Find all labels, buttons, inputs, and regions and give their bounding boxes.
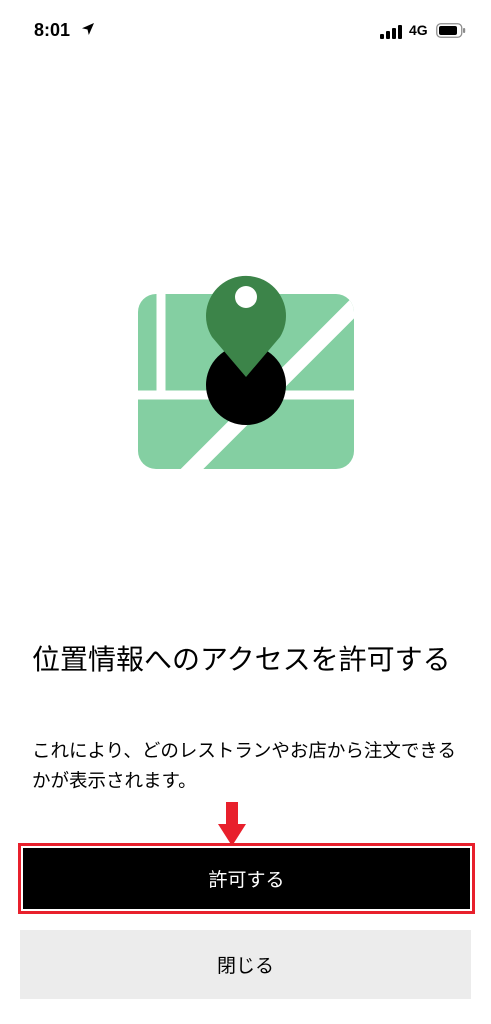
- signal-icon: [380, 25, 402, 39]
- network-type: 4G: [409, 22, 428, 38]
- close-button[interactable]: 閉じる: [20, 930, 471, 999]
- status-bar: 8:01 4G: [0, 0, 491, 60]
- page-description: これにより、どのレストランやお店から注文できるかが表示されます。: [32, 741, 457, 792]
- location-arrow-icon: [82, 23, 94, 35]
- page-title: 位置情報へのアクセスを許可する: [32, 643, 451, 676]
- arrow-down-icon: [218, 802, 246, 846]
- allow-button-highlight: 許可する: [18, 843, 475, 914]
- battery-icon: [436, 23, 466, 38]
- map-pin-illustration: [138, 275, 354, 469]
- allow-button[interactable]: 許可する: [23, 848, 470, 909]
- status-time: 8:01: [34, 20, 71, 40]
